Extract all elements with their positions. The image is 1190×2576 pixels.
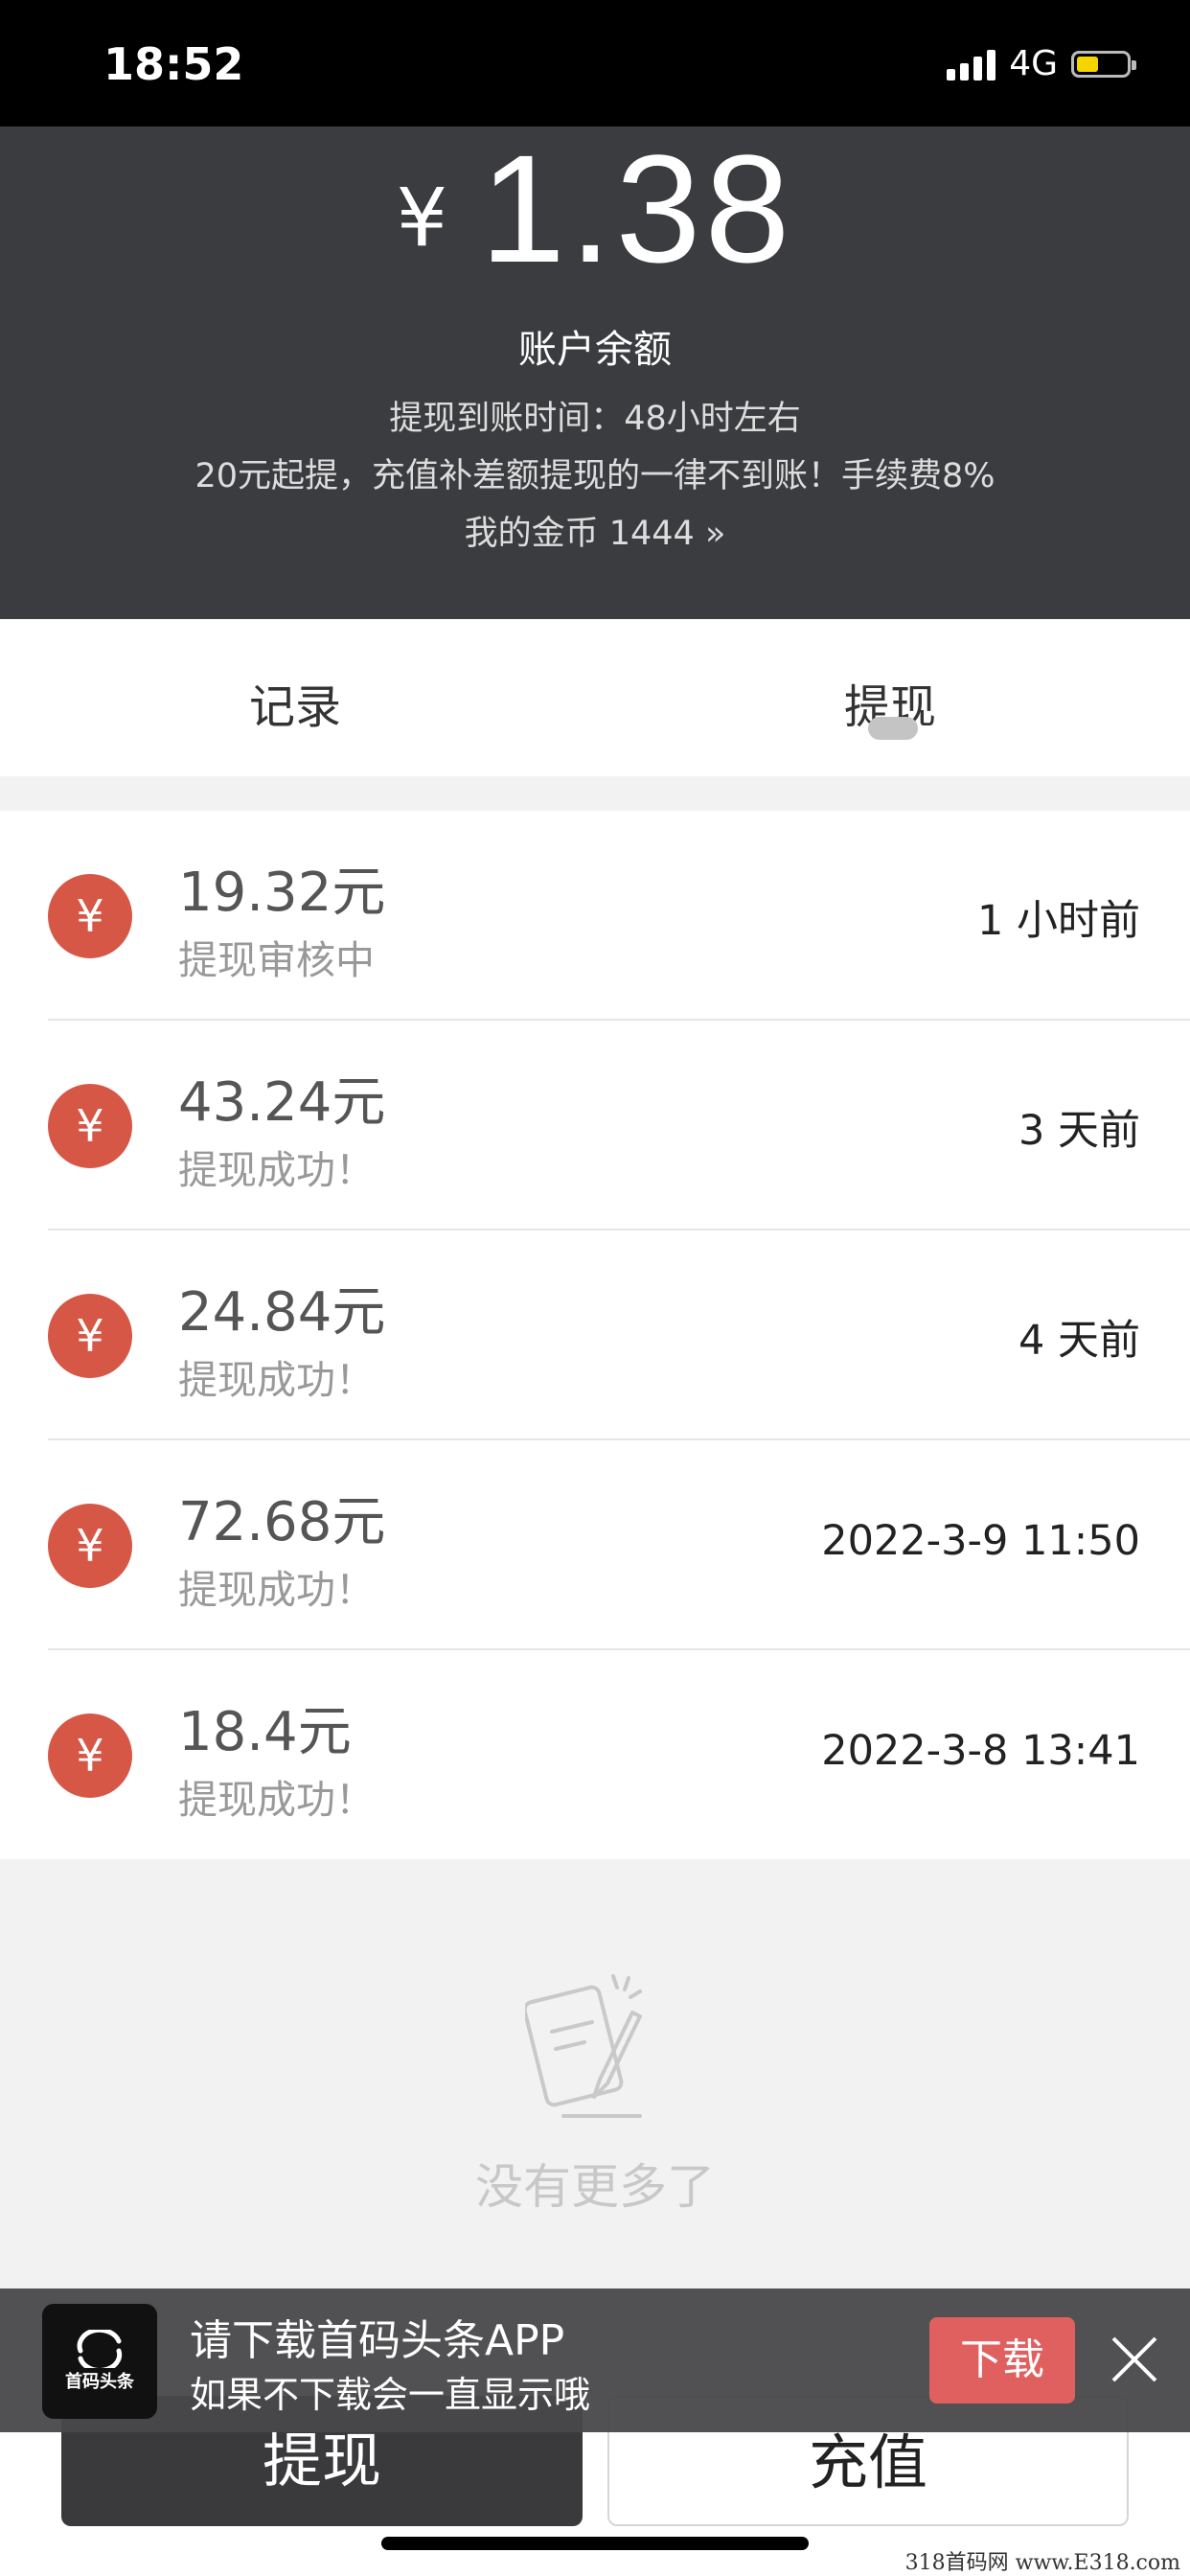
close-icon[interactable] — [1106, 2331, 1163, 2388]
note-pen-icon — [525, 1974, 642, 2118]
record-status: 提现成功！ — [178, 1567, 375, 1613]
home-indicator — [381, 2537, 809, 2550]
yen-icon: ¥ — [48, 1504, 132, 1588]
yen-icon: ¥ — [48, 1714, 132, 1798]
watermark: 318首码网 www.E318.com — [904, 2551, 1180, 2575]
record-amount: 24.84元 — [178, 1281, 386, 1344]
signal-bars-icon — [947, 48, 996, 80]
record-amount: 18.4元 — [178, 1701, 352, 1763]
status-time: 18:52 — [103, 38, 244, 90]
record-amount: 19.32元 — [178, 862, 386, 924]
record-time: 3 天前 — [1018, 1107, 1140, 1155]
record-status: 提现成功！ — [178, 1147, 375, 1193]
record-time: 2022-3-8 13:41 — [821, 1727, 1140, 1775]
status-bar: 18:52 4G — [0, 0, 1190, 126]
logo-swirl-icon — [77, 2330, 123, 2368]
record-status: 提现成功！ — [178, 1357, 375, 1403]
arrival-time-text: 提现到账时间：48小时左右 — [389, 400, 801, 438]
yen-icon: ¥ — [48, 1084, 132, 1168]
record-status: 提现成功！ — [178, 1777, 375, 1823]
download-button[interactable]: 下载 — [929, 2317, 1075, 2404]
list-item[interactable]: ¥ 19.32元 提现审核中 1 小时前 — [0, 811, 1190, 1021]
coins-link[interactable]: 我的金币 1444 » — [0, 506, 1190, 555]
balance-label: 账户余额 — [518, 328, 672, 372]
record-time: 4 天前 — [1018, 1317, 1140, 1365]
empty-state-text: 没有更多了 — [475, 2159, 715, 2215]
balance-display: ¥ 1.38 — [0, 132, 1190, 286]
banner-subtitle: 如果不下载会一直显示哦 — [190, 2374, 591, 2416]
status-right: 4G — [947, 44, 1136, 83]
currency-symbol: ¥ — [396, 171, 448, 264]
list-item[interactable]: ¥ 72.68元 提现成功！ 2022-3-9 11:50 — [0, 1440, 1190, 1650]
list-item[interactable]: ¥ 24.84元 提现成功！ 4 天前 — [0, 1230, 1190, 1440]
list-item[interactable]: ¥ 18.4元 提现成功！ 2022-3-8 13:41 — [0, 1650, 1190, 1860]
balance-amount: 1.38 — [480, 123, 794, 294]
record-amount: 43.24元 — [178, 1071, 386, 1134]
withdraw-notice: 20元起提，充值补差额提现的一律不到账！手续费8% — [195, 457, 995, 495]
app-logo: 首码头条 — [42, 2304, 157, 2419]
download-banner: 首码头条 请下载首码头条APP 如果不下载会一直显示哦 下载 — [0, 2288, 1190, 2432]
record-status: 提现审核中 — [178, 937, 375, 983]
record-time: 2022-3-9 11:50 — [821, 1517, 1140, 1565]
network-type: 4G — [1009, 44, 1058, 83]
record-amount: 72.68元 — [178, 1491, 386, 1553]
list-item[interactable]: ¥ 43.24元 提现成功！ 3 天前 — [0, 1021, 1190, 1230]
banner-title: 请下载首码头条APP — [190, 2316, 565, 2365]
record-time: 1 小时前 — [976, 897, 1140, 945]
tab-bar: 记录 提现 — [0, 619, 1190, 776]
yen-icon: ¥ — [48, 874, 132, 958]
logo-text: 首码头条 — [65, 2372, 134, 2392]
tab-active-indicator — [868, 717, 918, 740]
withdraw-record-list: ¥ 19.32元 提现审核中 1 小时前 ¥ 43.24元 提现成功！ 3 天前… — [0, 811, 1190, 1859]
tab-records[interactable]: 记录 — [249, 669, 341, 736]
yen-icon: ¥ — [48, 1294, 132, 1378]
balance-header: ¥ 1.38 账户余额 提现到账时间：48小时左右 20元起提，充值补差额提现的… — [0, 126, 1190, 619]
battery-icon — [1071, 50, 1136, 78]
